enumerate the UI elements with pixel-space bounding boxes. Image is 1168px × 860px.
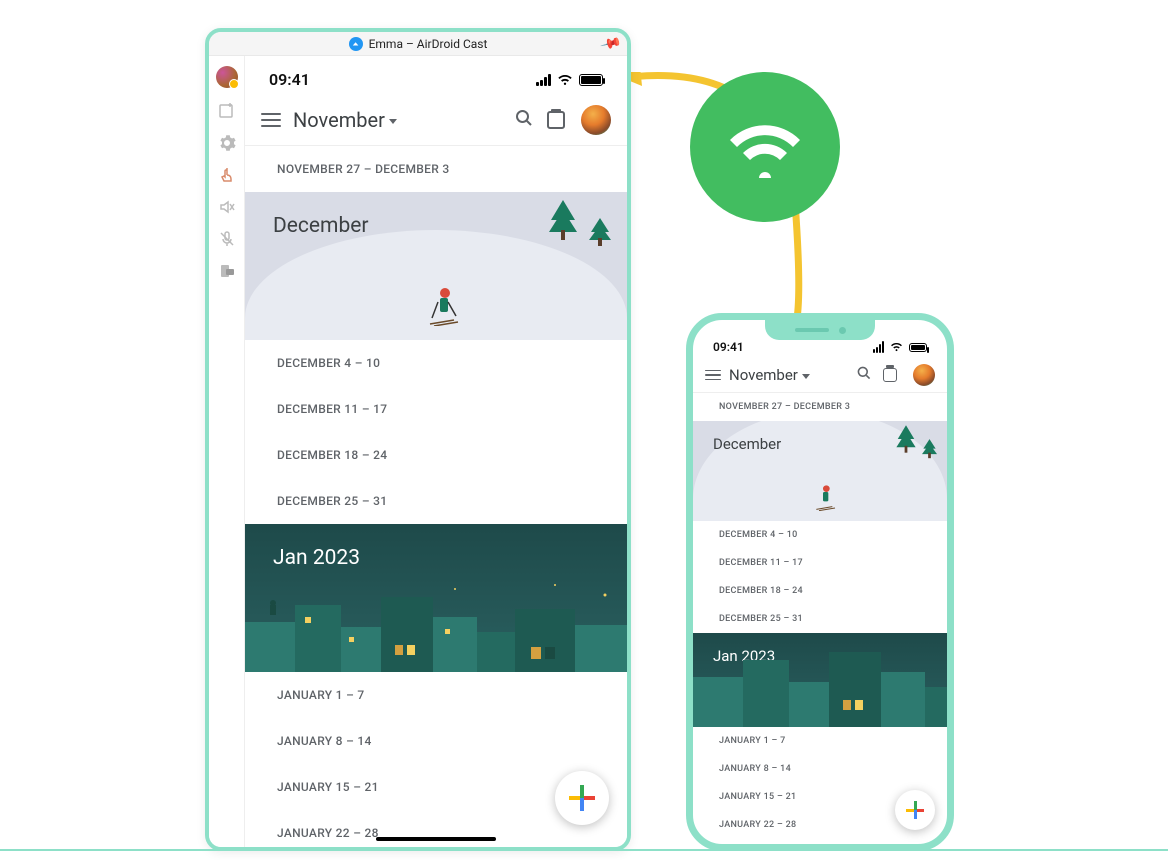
january-hero: Jan 2023 xyxy=(245,524,627,672)
tree-icon xyxy=(547,200,579,246)
week-row[interactable]: NOVEMBER 27 – DECEMBER 3 xyxy=(693,393,947,421)
search-icon[interactable] xyxy=(513,108,535,132)
hero-month-label: December xyxy=(713,435,781,453)
month-dropdown[interactable]: November xyxy=(729,366,845,384)
january-hero: Jan 2023 xyxy=(693,633,947,727)
week-row[interactable]: JANUARY 1 – 7 xyxy=(245,672,627,718)
create-event-fab[interactable] xyxy=(555,771,609,825)
wifi-icon xyxy=(890,342,903,352)
skier-icon xyxy=(428,282,464,330)
hero-month-label: December xyxy=(273,214,369,238)
desktop-cast-window: Emma – AirDroid Cast 📌 09:41 November xyxy=(205,28,631,851)
week-row[interactable]: NOVEMBER 27 – DECEMBER 3 xyxy=(245,146,627,192)
chevron-down-icon xyxy=(802,374,810,379)
plus-icon xyxy=(906,801,924,819)
week-row[interactable]: DECEMBER 25 – 31 xyxy=(245,478,627,524)
week-row[interactable]: DECEMBER 4 – 10 xyxy=(245,340,627,386)
calendar-header: November xyxy=(693,358,947,393)
today-icon[interactable] xyxy=(547,111,569,129)
week-row[interactable]: DECEMBER 18 – 24 xyxy=(693,577,947,605)
profile-avatar[interactable] xyxy=(581,105,611,135)
month-label-text: November xyxy=(729,366,798,384)
mirrored-screen: 09:41 November NOVEMBER 27 – DECEMBER 3 … xyxy=(245,56,627,847)
schedule-list[interactable]: NOVEMBER 27 – DECEMBER 3 December DECEMB… xyxy=(245,146,627,847)
profile-avatar[interactable] xyxy=(913,364,935,386)
phone-mockup: 09:41 November NOVEMBER 27 – DECEMBER 3 … xyxy=(686,313,954,851)
mute-icon[interactable] xyxy=(218,198,236,216)
schedule-list[interactable]: NOVEMBER 27 – DECEMBER 3 December DECEMB… xyxy=(693,393,947,851)
phone-notch xyxy=(765,320,875,340)
tree-icon xyxy=(589,218,611,250)
settings-icon[interactable] xyxy=(218,134,236,152)
today-icon[interactable] xyxy=(883,368,905,382)
hero-month-label: Jan 2023 xyxy=(273,546,360,570)
search-icon[interactable] xyxy=(853,365,875,385)
battery-icon xyxy=(579,74,603,86)
skier-icon xyxy=(815,481,839,515)
touch-icon[interactable] xyxy=(218,166,236,184)
december-hero: December xyxy=(693,421,947,521)
wifi-icon xyxy=(557,74,573,86)
pin-icon[interactable]: 📌 xyxy=(599,33,622,56)
battery-icon xyxy=(909,343,927,352)
sidebar-avatar[interactable] xyxy=(216,66,238,88)
week-row[interactable]: JANUARY 1 – 7 xyxy=(693,727,947,755)
cityscape-icon xyxy=(245,577,627,672)
calendar-header: November xyxy=(245,95,627,146)
create-event-fab[interactable] xyxy=(895,790,935,830)
week-row[interactable]: JANUARY 8 – 14 xyxy=(693,755,947,783)
mic-off-icon[interactable] xyxy=(218,230,236,248)
wifi-badge xyxy=(690,72,840,222)
week-row[interactable]: DECEMBER 4 – 10 xyxy=(693,521,947,549)
week-row[interactable]: DECEMBER 11 – 17 xyxy=(693,549,947,577)
cityscape-icon xyxy=(693,633,947,727)
week-row[interactable]: JANUARY 8 – 14 xyxy=(245,718,627,764)
month-label-text: November xyxy=(293,108,385,132)
ground-line xyxy=(0,849,1168,851)
chevron-down-icon xyxy=(389,119,397,124)
home-indicator[interactable] xyxy=(376,837,496,841)
cast-sidebar xyxy=(209,56,245,847)
add-device-icon[interactable] xyxy=(218,102,236,120)
phone-statusbar: 09:41 xyxy=(245,56,627,95)
status-time: 09:41 xyxy=(269,70,310,89)
month-dropdown[interactable]: November xyxy=(293,108,501,132)
cellular-icon xyxy=(873,341,884,353)
menu-icon[interactable] xyxy=(705,370,721,381)
airdroid-logo-icon xyxy=(349,37,363,51)
december-hero: December xyxy=(245,192,627,340)
week-row[interactable]: DECEMBER 18 – 24 xyxy=(245,432,627,478)
rotate-icon[interactable] xyxy=(218,262,236,280)
status-time: 09:41 xyxy=(713,340,744,354)
menu-icon[interactable] xyxy=(261,113,281,127)
window-title: Emma – AirDroid Cast xyxy=(369,37,488,51)
tree-icon xyxy=(922,439,937,461)
cellular-icon xyxy=(536,74,551,86)
week-row[interactable]: DECEMBER 11 – 17 xyxy=(245,386,627,432)
week-row[interactable]: DECEMBER 25 – 31 xyxy=(693,605,947,633)
window-titlebar[interactable]: Emma – AirDroid Cast 📌 xyxy=(209,32,627,56)
tree-icon xyxy=(895,425,917,457)
plus-icon xyxy=(569,785,595,811)
